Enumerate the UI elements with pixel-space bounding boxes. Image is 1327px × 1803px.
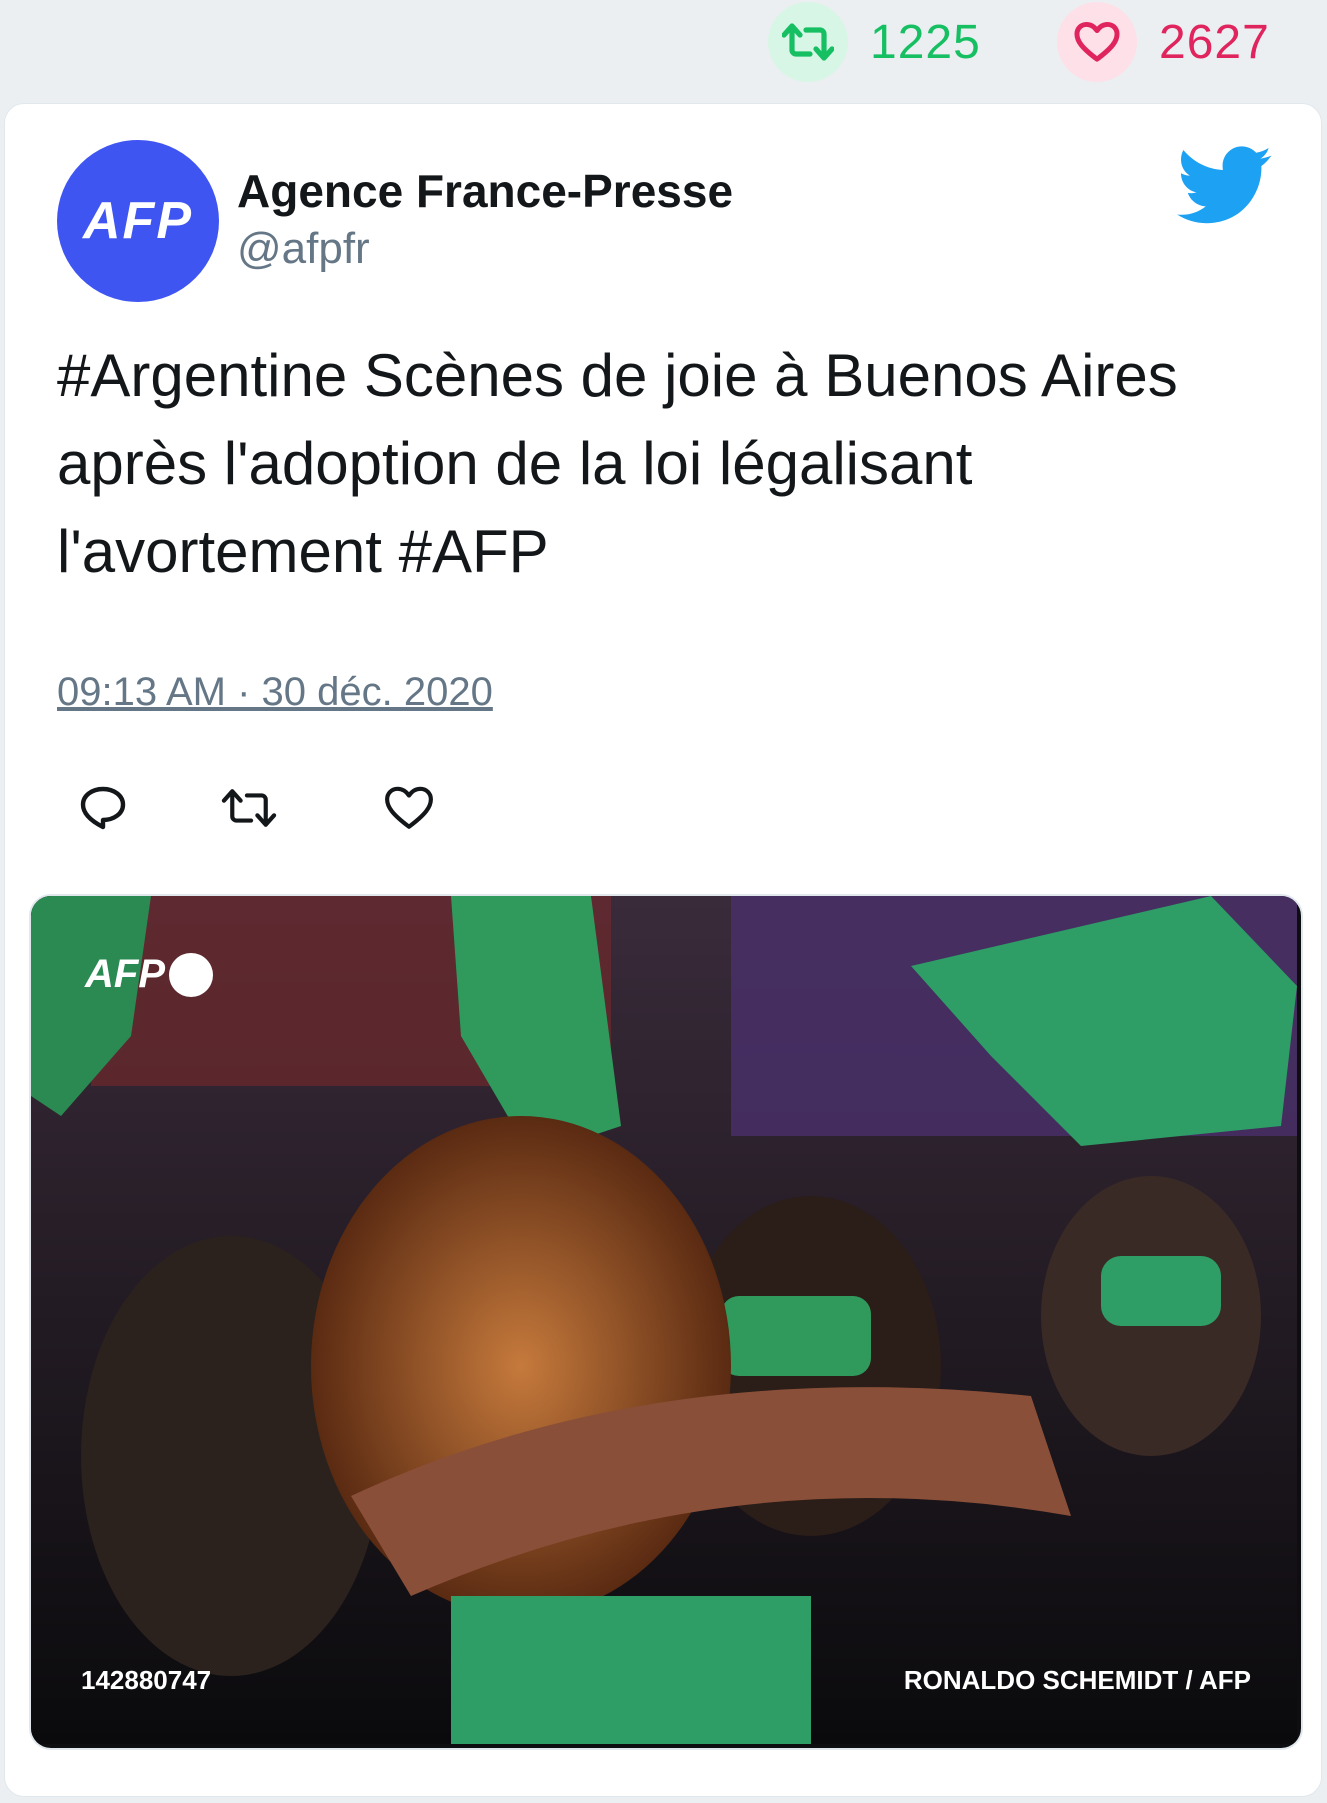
retweet-icon[interactable] <box>768 2 848 82</box>
retweet-count: 1225 <box>870 15 981 69</box>
display-name[interactable]: Agence France-Presse <box>237 164 733 218</box>
avatar[interactable]: AFP <box>57 140 219 302</box>
like-count: 2627 <box>1159 15 1270 69</box>
celebration-photo <box>31 896 1297 1744</box>
reply-button[interactable] <box>75 780 131 836</box>
tweet-photo[interactable]: AFP 142880747 RONALDO SCHEMIDT / AFP <box>29 894 1303 1750</box>
retweet-stat[interactable]: 1225 <box>768 0 981 84</box>
engagement-stats: 1225 2627 <box>0 0 1327 100</box>
avatar-logo-text: AFP <box>83 192 193 250</box>
heart-icon <box>385 786 433 829</box>
user-handle[interactable]: @afpfr <box>237 224 370 274</box>
retweet-button[interactable] <box>221 780 277 836</box>
like-stat[interactable]: 2627 <box>1057 0 1270 84</box>
photo-credit: RONALDO SCHEMIDT / AFP <box>903 1665 1251 1695</box>
tweet-timestamp[interactable]: 09:13 AM · 30 déc. 2020 <box>57 670 493 715</box>
twitter-bird-icon[interactable] <box>1177 146 1273 226</box>
tweet-card: AFP Agence France-Presse @afpfr #Argenti… <box>4 103 1322 1797</box>
heart-icon[interactable] <box>1057 2 1137 82</box>
tweet-text: #Argentine Scènes de joie à Buenos Aires… <box>57 342 1178 585</box>
logo-dot <box>169 952 213 997</box>
retweet-icon <box>221 789 277 827</box>
photo-logo-text: AFP <box>85 952 165 996</box>
like-button[interactable] <box>381 780 437 836</box>
photo-id: 142880747 <box>81 1665 212 1695</box>
reply-icon <box>80 786 126 830</box>
photo-agency-logo: AFP <box>85 952 213 997</box>
